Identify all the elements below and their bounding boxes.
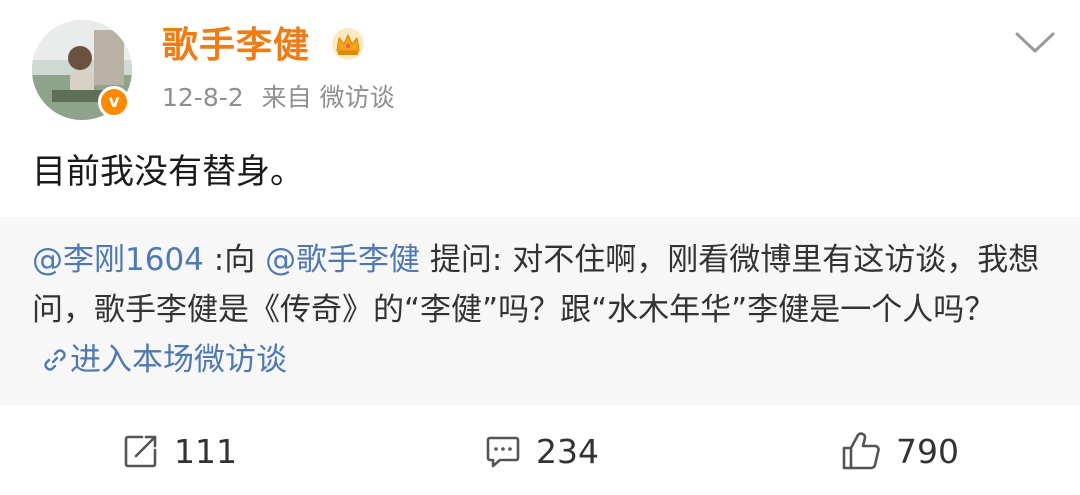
repost-count: 111 (174, 431, 237, 471)
mention-author[interactable]: @李刚1604 (32, 242, 204, 278)
thumbs-up-icon (842, 432, 880, 470)
quoted-question[interactable]: @李刚1604 :向 @歌手李健 提问: 对不住啊，刚看微博里有这访谈，我想问，… (0, 217, 1080, 405)
repost-button[interactable]: 111 (122, 431, 237, 471)
post-date: 12-8-2 (162, 83, 244, 112)
post-meta: 12-8-2 来自 微访谈 (162, 82, 395, 114)
mention-target[interactable]: @歌手李健 (265, 242, 420, 278)
verified-badge: v (98, 86, 130, 118)
action-bar: 111 234 790 (0, 405, 1080, 495)
crown-icon[interactable] (330, 26, 366, 62)
like-button[interactable]: 790 (840, 431, 959, 471)
comment-count: 234 (536, 431, 599, 471)
repost-icon (124, 435, 157, 468)
comment-icon (486, 436, 520, 468)
like-count: 790 (896, 431, 959, 471)
quote-connector: :向 (203, 242, 266, 278)
post-source: 来自 微访谈 (261, 83, 395, 112)
avatar-container[interactable]: v (26, 8, 138, 120)
comment-button[interactable]: 234 (484, 431, 599, 471)
interview-link-label: 进入本场微访谈 (70, 342, 287, 378)
chevron-down-icon[interactable] (1014, 30, 1056, 56)
interview-link[interactable]: 进入本场微访谈 (32, 342, 287, 378)
post-text: 目前我没有替身。 (32, 152, 304, 192)
quote-text: @李刚1604 :向 @歌手李健 提问: 对不住啊，刚看微博里有这访谈，我想问，… (32, 235, 1042, 385)
user-name[interactable]: 歌手李健 (162, 24, 310, 68)
link-icon (44, 349, 66, 371)
weibo-post: v 歌手李健 12-8-2 来自 微访谈 目前我没有替身。 @李刚1604 :向 … (0, 0, 1080, 495)
